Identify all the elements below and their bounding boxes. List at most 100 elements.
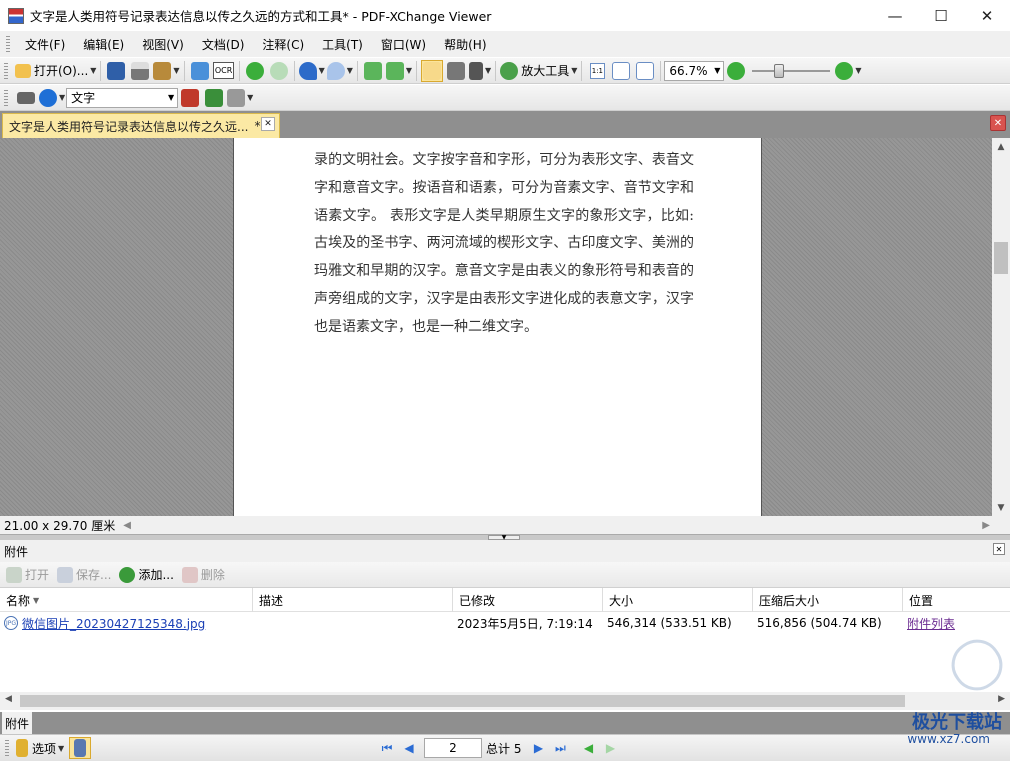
menu-view[interactable]: 视图(V) xyxy=(133,36,193,53)
toolbar-grip[interactable] xyxy=(6,36,10,52)
search-input[interactable]: 文字 ▼ xyxy=(66,87,179,108)
zoom-tool-button[interactable]: 放大工具 ▼ xyxy=(500,60,577,82)
scroll-down-icon[interactable]: ▼ xyxy=(992,499,1010,516)
close-button[interactable]: ✕ xyxy=(964,0,1010,31)
chevron-down-icon[interactable]: ▼ xyxy=(485,66,491,75)
menu-document[interactable]: 文档(D) xyxy=(193,36,254,53)
chevron-down-icon[interactable]: ▼ xyxy=(173,66,179,75)
chevron-down-icon[interactable]: ▼ xyxy=(168,93,174,102)
toolbar-grip[interactable] xyxy=(4,62,8,79)
menu-comments[interactable]: 注释(C) xyxy=(253,36,313,53)
menu-tools[interactable]: 工具(T) xyxy=(313,36,372,53)
filter-button[interactable]: ▼ xyxy=(227,87,253,109)
attachment-location[interactable]: 附件列表 xyxy=(907,615,955,632)
scroll-up-icon[interactable]: ▲ xyxy=(992,138,1010,155)
menu-window[interactable]: 窗口(W) xyxy=(372,36,435,53)
delete-attachment-button[interactable]: 删除 xyxy=(181,566,225,583)
chevron-down-icon[interactable]: ▼ xyxy=(247,93,253,102)
vertical-scrollbar[interactable]: ▲ ▼ xyxy=(992,138,1010,516)
zoom-combo[interactable]: 66.7% ▼ xyxy=(664,60,725,81)
attachments-toggle-button[interactable] xyxy=(69,737,92,759)
next-page-button[interactable]: ▶ xyxy=(529,739,547,757)
actual-size-button[interactable]: 1:1 xyxy=(586,60,608,82)
chevron-down-icon[interactable]: ▼ xyxy=(406,66,412,75)
open-attachment-button[interactable]: 打开 xyxy=(6,566,49,583)
redo-button[interactable]: ▼ xyxy=(326,60,353,82)
table-row[interactable]: JPG 微信图片_20230427125348.jpg 2023年5月5日, 7… xyxy=(0,612,1010,634)
horizontal-scroll-thumb[interactable] xyxy=(20,695,905,707)
maximize-button[interactable]: ☐ xyxy=(918,0,964,31)
select-text-button[interactable]: ▼ xyxy=(469,60,491,82)
chevron-down-icon[interactable]: ▼ xyxy=(59,93,65,102)
save-icon xyxy=(107,61,126,80)
column-modified[interactable]: 已修改 xyxy=(453,588,603,612)
document-tab[interactable]: 文字是人类用符号记录表达信息以传之久远... * ✕ xyxy=(2,113,280,138)
ocr-button[interactable]: OCR xyxy=(212,60,235,82)
minimize-button[interactable]: — xyxy=(872,0,918,31)
toolbar-grip[interactable] xyxy=(4,89,8,106)
chevron-down-icon[interactable]: ▼ xyxy=(90,66,96,75)
rotate-right-button[interactable]: ▼ xyxy=(385,60,412,82)
fit-page-button[interactable] xyxy=(610,60,632,82)
scroll-left-icon[interactable]: ◀ xyxy=(5,694,12,704)
column-location[interactable]: 位置 xyxy=(903,588,1010,612)
chevron-down-icon[interactable]: ▼ xyxy=(714,66,720,75)
export-button[interactable]: ▼ xyxy=(153,60,180,82)
chevron-down-icon[interactable]: ▼ xyxy=(319,66,325,75)
zoom-in-button[interactable]: ▼ xyxy=(835,60,862,82)
options-button[interactable]: 选项 ▼ xyxy=(16,737,64,759)
document-viewport[interactable]: 录的文明社会。文字按字音和字形，可分为表形文字、表音文字和意音文字。按语音和语素… xyxy=(0,138,992,516)
attachment-location-cell[interactable]: 附件列表 xyxy=(903,612,1010,634)
print-button[interactable] xyxy=(129,60,151,82)
chevron-down-icon[interactable]: ▼ xyxy=(855,66,861,75)
close-document-button[interactable]: ✕ xyxy=(990,115,1006,131)
close-tab-icon[interactable]: ✕ xyxy=(261,117,275,131)
stamp-button[interactable] xyxy=(203,87,225,109)
undo-button[interactable]: ▼ xyxy=(298,60,325,82)
zoom-slider[interactable] xyxy=(752,61,831,81)
scroll-right-icon[interactable]: ▶ xyxy=(998,694,1005,704)
previous-page-button[interactable]: ◀ xyxy=(400,739,418,757)
column-description[interactable]: 描述 xyxy=(253,588,453,612)
scroll-right-icon[interactable]: ▶ xyxy=(982,520,990,531)
page-number-input[interactable] xyxy=(424,738,482,758)
chevron-down-icon[interactable]: ▼ xyxy=(347,66,353,75)
save-attachment-button[interactable]: 保存... xyxy=(57,566,111,583)
menu-help[interactable]: 帮助(H) xyxy=(435,36,495,53)
open-button[interactable]: 打开(O)... ▼ xyxy=(15,60,96,82)
chevron-down-icon[interactable]: ▼ xyxy=(58,744,64,753)
last-page-button[interactable]: ⏭ xyxy=(551,739,569,757)
fit-width-button[interactable] xyxy=(634,60,656,82)
column-name[interactable]: 名称 ▼ xyxy=(0,588,253,612)
history-back-button[interactable]: ◀ xyxy=(579,739,597,757)
close-panel-icon[interactable]: ✕ xyxy=(993,543,1005,555)
column-compressed[interactable]: 压缩后大小 xyxy=(753,588,903,612)
zoom-slider-thumb[interactable] xyxy=(774,63,785,78)
first-page-button[interactable]: ⏮ xyxy=(378,739,396,757)
attachments-tab[interactable]: 附件 xyxy=(2,712,32,734)
rotate-left-button[interactable] xyxy=(362,60,384,82)
zoom-out-button[interactable] xyxy=(725,60,747,82)
chevron-down-icon[interactable]: ▼ xyxy=(571,66,577,75)
save-button[interactable] xyxy=(105,60,127,82)
highlight-button[interactable] xyxy=(179,87,201,109)
forward-button[interactable] xyxy=(268,60,290,82)
toolbar-grip[interactable] xyxy=(5,740,9,756)
column-size[interactable]: 大小 xyxy=(603,588,753,612)
attachment-name[interactable]: 微信图片_20230427125348.jpg xyxy=(22,615,205,632)
scroll-left-icon[interactable]: ◀ xyxy=(123,520,131,531)
vertical-scroll-thumb[interactable] xyxy=(994,242,1008,274)
snapshot-button[interactable] xyxy=(445,60,467,82)
add-attachment-button[interactable]: 添加... xyxy=(119,566,174,583)
hand-tool-button[interactable] xyxy=(421,59,444,82)
menu-edit[interactable]: 编辑(E) xyxy=(74,36,133,53)
attachment-name-cell[interactable]: JPG 微信图片_20230427125348.jpg xyxy=(0,612,253,634)
horizontal-scrollbar[interactable]: ◀ ▶ xyxy=(0,692,1010,710)
back-button[interactable] xyxy=(244,60,266,82)
history-forward-button[interactable]: ▶ xyxy=(601,739,619,757)
menu-file[interactable]: 文件(F) xyxy=(16,36,74,53)
search-engine-button[interactable]: ▼ xyxy=(39,87,65,109)
modified-marker: * xyxy=(254,119,261,133)
find-button[interactable] xyxy=(15,87,37,109)
scan-button[interactable] xyxy=(189,60,211,82)
